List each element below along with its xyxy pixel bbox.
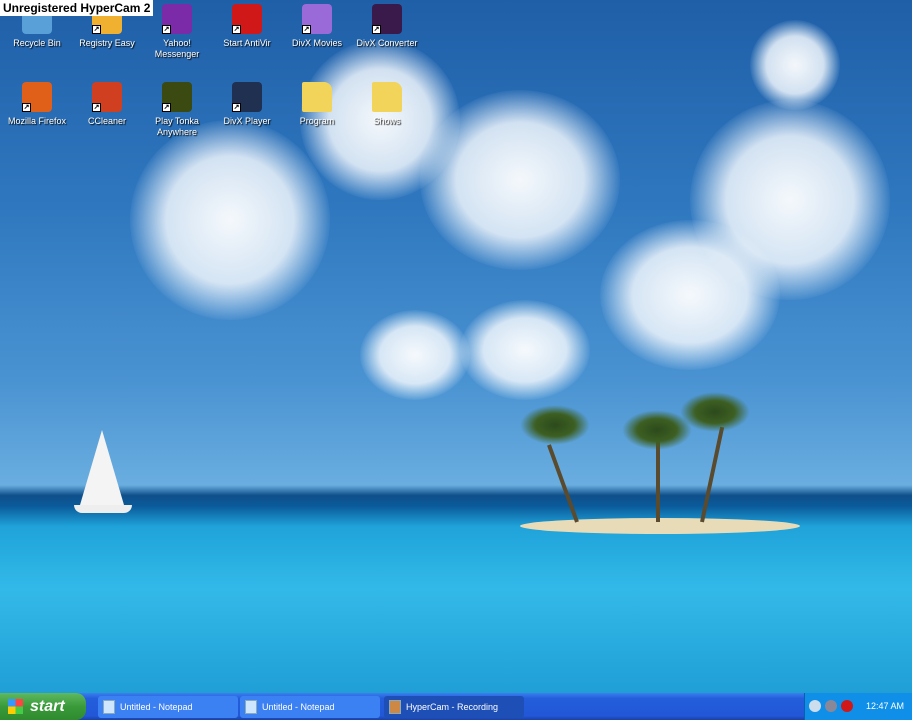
yahoo-messenger-icon: ↗ <box>162 4 192 34</box>
game-icon: ↗ <box>162 82 192 112</box>
desktop-icon[interactable]: Program <box>282 82 352 127</box>
ccleaner-icon: ↗ <box>92 82 122 112</box>
cloud <box>600 220 780 370</box>
palm-tree <box>656 440 660 522</box>
divx-player-icon: ↗ <box>232 82 262 112</box>
palm-leaves <box>680 392 750 432</box>
desktop-icon-label: CCleaner <box>87 116 127 126</box>
desktop-icon-label: DivX Movies <box>291 38 342 48</box>
desktop-icon-label: Start AntiVir <box>223 38 271 48</box>
shortcut-arrow-icon: ↗ <box>22 103 31 112</box>
start-button[interactable]: start <box>0 693 86 720</box>
task-label: Untitled - Notepad <box>120 702 193 712</box>
task-label: HyperCam - Recording <box>406 702 499 712</box>
desktop[interactable]: Recycle Bin ↗ Registry Easy ↗ Yahoo! Messeng… <box>0 0 912 693</box>
taskbar: start Untitled - Notepad Untitled - Note… <box>0 693 912 720</box>
divx-converter-icon: ↗ <box>372 4 402 34</box>
sailboat-hull <box>74 505 132 513</box>
cloud <box>750 20 840 110</box>
desktop-icon[interactable]: ↗ Play Tonka Anywhere <box>142 82 212 138</box>
shortcut-arrow-icon: ↗ <box>162 25 171 34</box>
desktop-icon[interactable]: ↗ DivX Converter <box>352 4 422 49</box>
desktop-icon-label: DivX Player <box>223 116 271 126</box>
desktop-icon[interactable]: ↗ DivX Player <box>212 82 282 127</box>
shortcut-arrow-icon: ↗ <box>92 25 101 34</box>
shortcut-arrow-icon: ↗ <box>232 25 241 34</box>
palm-leaves <box>520 405 590 445</box>
notepad-icon <box>103 700 115 714</box>
shortcut-arrow-icon: ↗ <box>162 103 171 112</box>
start-label: start <box>30 698 65 715</box>
cloud <box>420 90 620 270</box>
desktop-icon-label: Recycle Bin <box>13 38 61 48</box>
desktop-icon[interactable]: Shows <box>352 82 422 127</box>
network-icon[interactable] <box>809 700 821 712</box>
clock[interactable]: 12:47 AM <box>866 693 904 720</box>
shortcut-arrow-icon: ↗ <box>232 103 241 112</box>
sailboat <box>80 430 124 505</box>
desktop-icon[interactable]: ↗ Start AntiVir <box>212 4 282 49</box>
windows-logo-icon <box>8 699 23 714</box>
desktop-icon-label: DivX Converter <box>356 38 418 48</box>
palm-tree <box>700 426 725 523</box>
desktop-icon-label: Yahoo! Messenger <box>154 38 200 59</box>
divx-movies-icon: ↗ <box>302 4 332 34</box>
desktop-icon-label: Program <box>299 116 335 126</box>
desktop-icon-label: Registry Easy <box>79 38 135 48</box>
shortcut-arrow-icon: ↗ <box>302 25 311 34</box>
desktop-icon-label: Play Tonka Anywhere <box>155 116 199 137</box>
notepad-icon <box>245 700 257 714</box>
desktop-icon-label: Mozilla Firefox <box>7 116 66 126</box>
antivir-icon: ↗ <box>232 4 262 34</box>
tray-app-icon[interactable] <box>825 700 837 712</box>
task-button-notepad-2[interactable]: Untitled - Notepad <box>240 696 380 718</box>
folder-icon <box>302 82 332 112</box>
hypercam-icon <box>389 700 401 714</box>
shortcut-arrow-icon: ↗ <box>92 103 101 112</box>
cloud <box>360 310 470 400</box>
cloud <box>130 120 330 320</box>
folder-icon <box>372 82 402 112</box>
task-button-notepad-1[interactable]: Untitled - Notepad <box>98 696 238 718</box>
task-button-hypercam[interactable]: HyperCam - Recording <box>384 696 524 718</box>
system-tray: 12:47 AM <box>804 693 912 720</box>
desktop-icon[interactable]: ↗ Mozilla Firefox <box>2 82 72 127</box>
island <box>520 518 800 534</box>
cloud <box>460 300 590 400</box>
desktop-icon-label: Shows <box>373 116 401 126</box>
antivir-tray-icon[interactable] <box>841 700 853 712</box>
shortcut-arrow-icon: ↗ <box>372 25 381 34</box>
desktop-icon[interactable]: ↗ CCleaner <box>72 82 142 127</box>
desktop-icon[interactable]: ↗ DivX Movies <box>282 4 352 49</box>
palm-tree <box>547 444 579 523</box>
hypercam-watermark: Unregistered HyperCam 2 <box>0 0 154 16</box>
firefox-icon: ↗ <box>22 82 52 112</box>
task-label: Untitled - Notepad <box>262 702 335 712</box>
